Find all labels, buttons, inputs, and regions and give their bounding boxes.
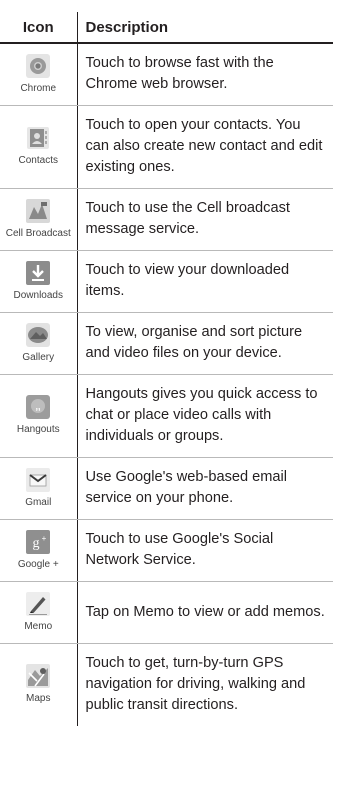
app-label-hangouts: Hangouts [16, 424, 60, 435]
google-plus-icon: g + [26, 529, 51, 554]
app-label-cell-broadcast: Cell Broadcast [5, 227, 71, 239]
description-gallery: To view, organise and sort picture and v… [76, 312, 333, 375]
table-row-chrome: Chrome Touch to browse fast with the Chr… [0, 43, 333, 106]
apps-table-page: Icon Description Chrome Touch to browse … [0, 0, 340, 801]
downloads-icon [26, 260, 51, 285]
svg-text:+: + [42, 534, 47, 543]
icon-cell: Gallery [0, 312, 77, 375]
table-row-maps: Maps Touch to get, turn-by-turn GPS navi… [0, 643, 333, 726]
app-label-chrome: Chrome [20, 82, 57, 94]
icon-cell: Downloads [0, 250, 77, 313]
description-downloads: Touch to view your downloaded items. [76, 250, 333, 313]
gmail-icon [26, 467, 51, 492]
table-row-hangouts: ,, Hangouts Hangouts gives you quick acc… [0, 374, 333, 458]
icon-cell: Contacts [0, 105, 77, 189]
icon-cell: g + Google + [0, 519, 77, 582]
icon-cell: Maps [0, 643, 77, 726]
table-header-row: Icon Description [0, 12, 333, 44]
app-label-maps: Maps [26, 693, 51, 705]
svg-text:g: g [33, 536, 40, 551]
app-label-contacts: Contacts [18, 155, 58, 166]
icon-cell: ,, Hangouts [0, 374, 77, 458]
app-label-downloads: Downloads [13, 289, 63, 301]
table-row-gmail: Gmail Use Google's web-based email servi… [0, 457, 333, 520]
table-row-google-plus: g + Google + Touch to use Google's Socia… [0, 519, 333, 582]
table-row-downloads: Downloads Touch to view your downloaded … [0, 250, 333, 313]
svg-text:,,: ,, [36, 402, 41, 412]
memo-icon [26, 591, 51, 616]
cell-broadcast-icon [26, 198, 51, 223]
description-gmail: Use Google's web-based email service on … [76, 457, 333, 520]
table-row-memo: Memo Tap on Memo to view or add memos. [0, 581, 333, 644]
app-label-memo: Memo [24, 620, 53, 632]
description-memo: Tap on Memo to view or add memos. [76, 581, 333, 644]
icon-cell: Chrome [0, 43, 77, 106]
description-hangouts: Hangouts gives you quick access to chat … [76, 374, 333, 458]
description-chrome: Touch to browse fast with the Chrome web… [76, 43, 333, 106]
icon-column-header: Icon [0, 12, 77, 44]
table-row-gallery: Gallery To view, organise and sort pictu… [0, 312, 333, 375]
hangouts-icon: ,, [26, 395, 51, 419]
gallery-icon [26, 322, 51, 347]
icon-cell: Cell Broadcast [0, 188, 77, 251]
icon-cell: Gmail [0, 457, 77, 520]
table-row-cell-broadcast: Cell Broadcast Touch to use the Cell bro… [0, 188, 333, 251]
description-column-header: Description [76, 12, 333, 44]
description-maps: Touch to get, turn-by-turn GPS navigatio… [76, 643, 333, 726]
description-contacts: Touch to open your contacts. You can als… [76, 105, 333, 189]
chrome-icon [26, 53, 51, 78]
table-row-contacts: Contacts Touch to open your contacts. Yo… [0, 105, 333, 189]
description-cell-broadcast: Touch to use the Cell broadcast message … [76, 188, 333, 251]
app-label-google-plus: Google + [17, 558, 59, 570]
contacts-icon [27, 127, 50, 149]
app-label-gallery: Gallery [22, 351, 55, 363]
apps-table: Icon Description Chrome Touch to browse … [0, 12, 333, 726]
icon-cell: Memo [0, 581, 77, 644]
description-google-plus: Touch to use Google's Social Network Ser… [76, 519, 333, 582]
app-label-gmail: Gmail [25, 496, 52, 508]
maps-icon [26, 664, 51, 689]
